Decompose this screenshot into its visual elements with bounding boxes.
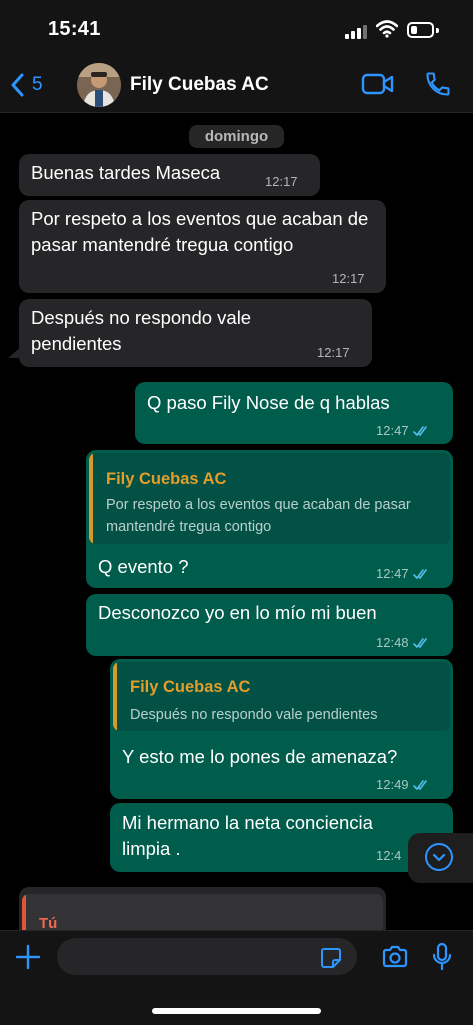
camera-icon[interactable] <box>381 945 409 969</box>
message-time: 12:17 <box>317 345 350 360</box>
message-text: Buenas tardes Maseca <box>31 162 221 183</box>
battery-icon <box>407 22 434 38</box>
message-time: 12:17 <box>265 174 298 189</box>
message-time: 12:4 <box>376 848 402 863</box>
message-text: Q paso Fily Nose de q hablas <box>147 392 390 413</box>
avatar-image <box>77 63 121 107</box>
phone-icon[interactable] <box>424 70 452 98</box>
message-meta: 12:47 <box>376 566 431 581</box>
quoted-message[interactable]: Fily Cuebas AC Después no respondo vale … <box>113 662 450 731</box>
message-incoming[interactable]: Buenas tardes Maseca 12:17 <box>19 154 320 196</box>
microphone-icon[interactable] <box>432 942 452 972</box>
double-check-icon <box>412 426 427 436</box>
quote-text: Después no respondo vale pendientes <box>130 707 378 723</box>
quote-bar <box>113 662 117 731</box>
quote-bar <box>22 894 26 930</box>
wifi-icon <box>376 20 398 38</box>
back-button[interactable]: 5 <box>10 72 43 98</box>
double-check-icon <box>412 569 427 579</box>
battery-level <box>411 26 417 34</box>
double-check-icon <box>412 638 427 648</box>
status-bar: 15:41 <box>0 0 473 60</box>
message-input[interactable] <box>57 938 357 975</box>
message-time: 12:47 <box>376 566 409 581</box>
quote-bar <box>89 453 93 544</box>
double-check-icon <box>412 780 427 790</box>
quote-author: Fily Cuebas AC <box>130 678 251 696</box>
message-meta: 12:47 <box>376 423 431 438</box>
message-outgoing[interactable]: Desconozco yo en lo mío mi buen 12:48 <box>86 594 453 656</box>
bubble-tail <box>8 346 22 358</box>
message-time: 12:49 <box>376 777 409 792</box>
scroll-to-bottom-button[interactable] <box>408 833 473 883</box>
chat-header: 5 Fily Cuebas AC <box>0 60 473 113</box>
quoted-message[interactable]: Fily Cuebas AC Por respeto a los eventos… <box>89 453 450 544</box>
message-time: 12:17 <box>332 271 365 286</box>
home-indicator <box>152 1008 321 1014</box>
chevron-left-icon <box>11 73 24 97</box>
chat-area[interactable]: domingo Buenas tardes Maseca 12:17 Por r… <box>0 113 473 930</box>
message-outgoing-reply[interactable]: Fily Cuebas AC Después no respondo vale … <box>110 659 453 799</box>
video-camera-icon[interactable] <box>361 72 395 96</box>
battery-tip <box>436 28 439 33</box>
message-outgoing[interactable]: Q paso Fily Nose de q hablas 12:47 <box>135 382 453 444</box>
unread-count: 5 <box>32 74 43 95</box>
message-text: Por respeto a los eventos que acaban de … <box>31 208 369 255</box>
quote-text: Por respeto a los eventos que acaban de … <box>106 497 411 535</box>
message-composer <box>0 930 473 1025</box>
avatar[interactable] <box>77 63 121 107</box>
message-incoming-reply[interactable]: Tú <box>19 887 386 930</box>
chevron-down-icon <box>425 843 453 871</box>
sticker-icon[interactable] <box>320 947 342 969</box>
cellular-signal-icon <box>345 25 367 39</box>
quote-author: Tú <box>39 915 58 930</box>
message-text: Y esto me lo pones de amenaza? <box>122 746 398 767</box>
message-meta: 12:48 <box>376 635 431 650</box>
message-outgoing-reply[interactable]: Fily Cuebas AC Por respeto a los eventos… <box>86 450 453 588</box>
message-outgoing[interactable]: Mi hermano la neta conciencia limpia . 1… <box>110 803 453 872</box>
quoted-message[interactable]: Tú <box>22 894 383 930</box>
message-text: Q evento ? <box>98 556 189 577</box>
quote-author: Fily Cuebas AC <box>106 470 227 488</box>
status-time: 15:41 <box>48 18 101 40</box>
message-meta: 12:49 <box>376 777 431 792</box>
message-time: 12:47 <box>376 423 409 438</box>
message-incoming[interactable]: Por respeto a los eventos que acaban de … <box>19 200 386 293</box>
plus-icon[interactable] <box>15 944 41 970</box>
date-separator: domingo <box>189 125 284 148</box>
message-text: Después no respondo vale pendientes <box>31 307 252 354</box>
message-incoming[interactable]: Después no respondo vale pendientes 12:1… <box>19 299 372 367</box>
contact-name[interactable]: Fily Cuebas AC <box>130 74 269 96</box>
message-time: 12:48 <box>376 635 409 650</box>
message-text: Desconozco yo en lo mío mi buen <box>98 602 377 623</box>
